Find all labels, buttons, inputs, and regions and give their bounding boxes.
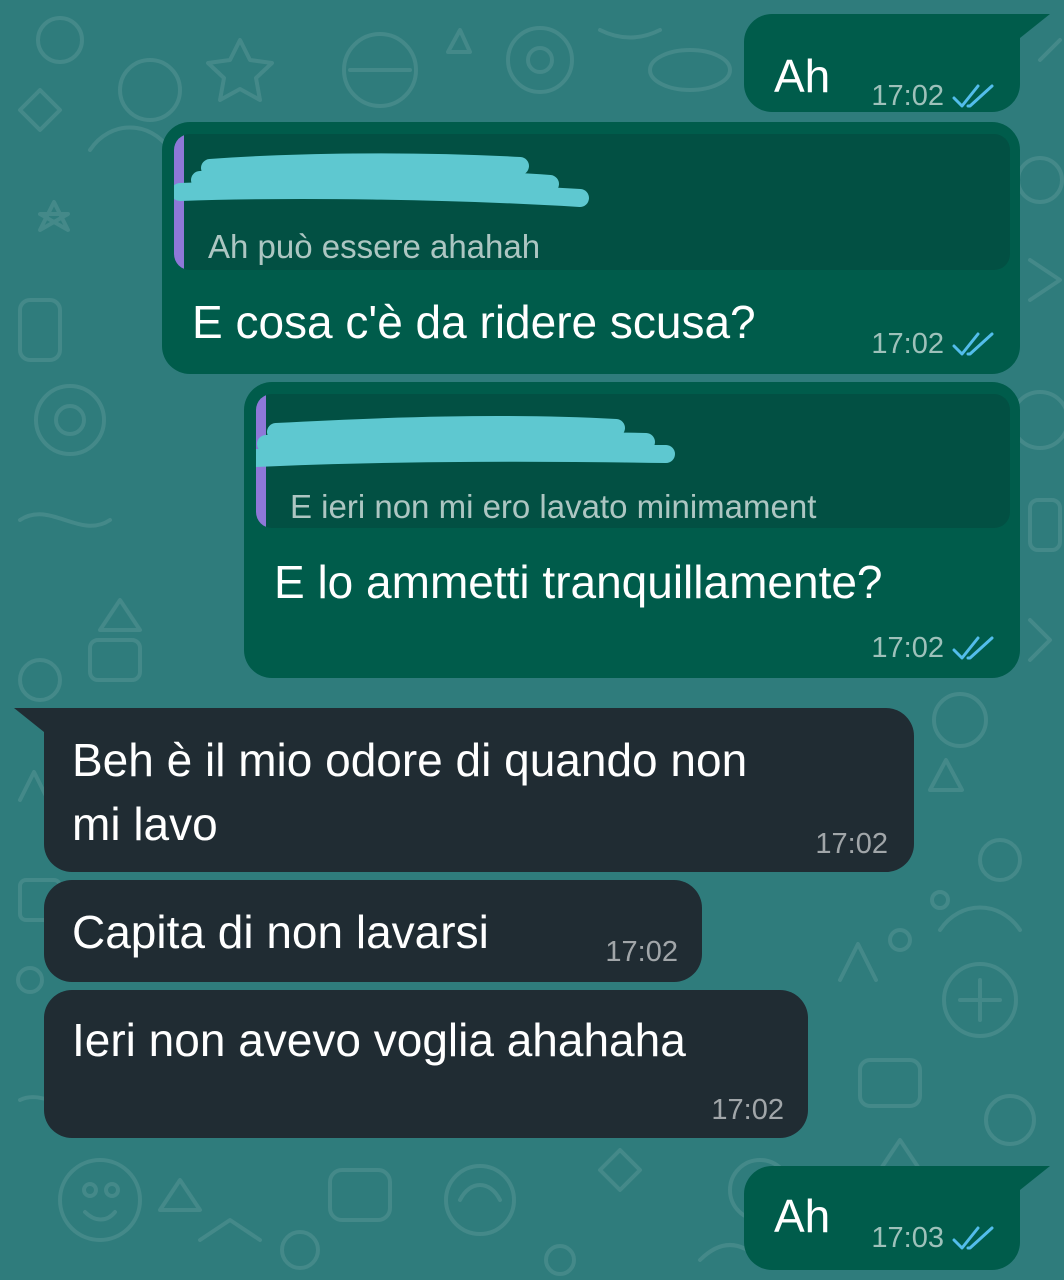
message-time: 17:02: [871, 328, 944, 360]
read-double-check-icon: [952, 332, 994, 355]
message-bubble-incoming[interactable]: Beh è il mio odore di quando non mi lavo…: [14, 708, 914, 872]
quoted-message[interactable]: E ieri non mi ero lavato minimament: [256, 394, 1010, 528]
quote-text: Ah può essere ahahah: [208, 228, 541, 265]
message-time: 17:02: [871, 632, 944, 664]
redaction-scribble: [256, 416, 675, 467]
message-bubble-incoming[interactable]: Capita di non lavarsi 17:02: [44, 880, 702, 982]
message-time: 17:03: [871, 1222, 944, 1254]
read-double-check-icon: [952, 1226, 994, 1249]
read-double-check-icon: [952, 84, 994, 107]
message-time: 17:02: [871, 80, 944, 112]
message-bubble-outgoing[interactable]: Ah 17:03: [744, 1166, 1050, 1270]
message-meta: 17:02: [815, 828, 888, 861]
message-meta: 17:02: [711, 1094, 784, 1127]
quote-text: E ieri non mi ero lavato minimament: [290, 488, 817, 525]
bubble-tail: [1020, 1166, 1050, 1190]
message-bubble-outgoing[interactable]: Ah 17:02: [744, 14, 1050, 113]
message-meta: 17:02: [871, 328, 996, 361]
message-bubble-incoming[interactable]: Ieri non avevo voglia ahahaha 17:02: [44, 990, 808, 1138]
message-text: Capita di non lavarsi: [72, 906, 489, 958]
message-text: E lo ammetti tranquillamente?: [274, 556, 883, 608]
message-text: E cosa c'è da ridere scusa?: [192, 296, 756, 348]
quoted-message[interactable]: Ah può essere ahahah: [174, 134, 1010, 270]
bubble-tail: [14, 708, 44, 732]
message-text: Ah: [774, 1190, 831, 1242]
message-bubble-outgoing[interactable]: E ieri non mi ero lavato minimament E lo…: [244, 382, 1020, 678]
bubble-tail: [1020, 14, 1050, 38]
message-time: 17:02: [815, 828, 888, 860]
message-meta: 17:02: [871, 632, 996, 665]
message-text: Ieri non avevo voglia ahahaha: [72, 1014, 686, 1066]
message-text-line: Beh è il mio odore di quando non: [72, 734, 748, 786]
message-time: 17:02: [711, 1094, 784, 1126]
message-text-line: mi lavo: [72, 798, 218, 850]
message-meta: 17:02: [871, 80, 996, 113]
redaction-scribble: [174, 153, 589, 207]
message-meta: 17:03: [871, 1222, 996, 1255]
read-double-check-icon: [952, 636, 994, 659]
message-time: 17:02: [605, 936, 678, 968]
message-text: Ah: [774, 50, 831, 102]
message-meta: 17:02: [605, 936, 678, 969]
message-bubble-outgoing[interactable]: Ah può essere ahahah E cosa c'è da rider…: [162, 122, 1020, 374]
